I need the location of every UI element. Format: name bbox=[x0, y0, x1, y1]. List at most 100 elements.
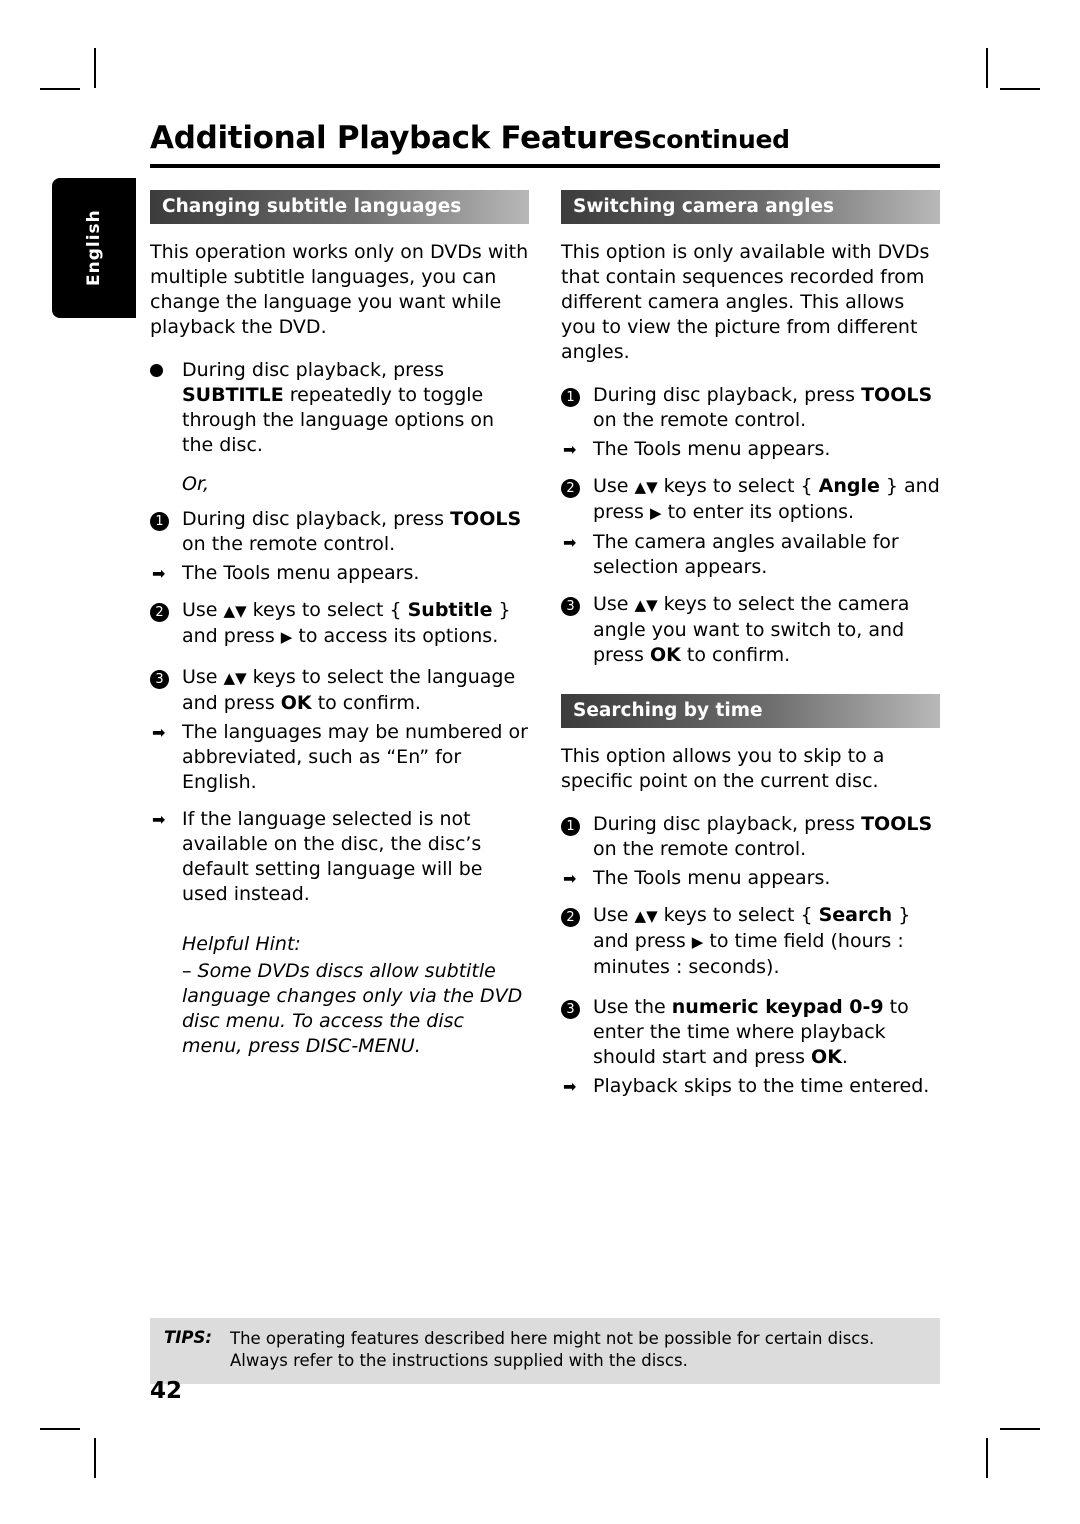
search-step2-text-1: Use bbox=[593, 904, 635, 926]
page-content: Additional Playback Featurescontinued Ch… bbox=[150, 120, 940, 1111]
tips-box: TIPS: The operating features described h… bbox=[150, 1318, 940, 1384]
camera-step-1-result: ➡ The Tools menu appears. bbox=[561, 437, 940, 462]
camera-step-1: 1 During disc playback, press TOOLS on t… bbox=[561, 383, 940, 433]
section-bar-changing-subtitle-languages: Changing subtitle languages bbox=[150, 190, 529, 224]
subtitle-step-3-result-1: ➡ The languages may be numbered or abbre… bbox=[150, 720, 529, 795]
subtitle-step-2: 2 Use ▲▼ keys to select { Subtitle } and… bbox=[150, 598, 529, 650]
updown-keys-icon: ▲▼ bbox=[634, 907, 658, 925]
step3-bold-ok: OK bbox=[280, 692, 312, 714]
step-number-icon: 3 bbox=[561, 593, 585, 618]
crop-mark-top-left-h bbox=[40, 88, 80, 90]
camera-step-2: 2 Use ▲▼ keys to select { Angle } and pr… bbox=[561, 474, 940, 526]
arrow-icon: ➡ bbox=[563, 869, 577, 888]
step3-text-3: to confirm. bbox=[311, 692, 421, 714]
subtitle-step-1: 1 During disc playback, press TOOLS on t… bbox=[150, 507, 529, 557]
right-column: Switching camera angles This option is o… bbox=[561, 190, 940, 1111]
cam-step1-bold-tools: TOOLS bbox=[861, 384, 933, 406]
cam-step2-arrow-text: The camera angles available for selectio… bbox=[593, 531, 899, 578]
searching-intro-text: This option allows you to skip to a spec… bbox=[561, 745, 885, 792]
cam-step1-arrow-text: The Tools menu appears. bbox=[593, 438, 831, 460]
arrow-icon: ➡ bbox=[563, 1077, 577, 1096]
right-arrow-key-icon: ▶ bbox=[649, 504, 662, 522]
search-step3-text-3: . bbox=[841, 1046, 848, 1068]
tips-label: TIPS: bbox=[164, 1328, 212, 1347]
search-step3-bold-keypad: numeric keypad 0-9 bbox=[671, 996, 884, 1018]
arrow-icon: ➡ bbox=[152, 810, 166, 829]
search-step2-bold-search: Search bbox=[818, 904, 893, 926]
crop-mark-top-left bbox=[94, 48, 96, 88]
arrow-icon: ➡ bbox=[152, 723, 166, 742]
right-arrow-key-icon: ▶ bbox=[691, 933, 704, 951]
updown-keys-icon: ▲▼ bbox=[223, 602, 247, 620]
helpful-hint-body: – Some DVDs discs allow subtitle languag… bbox=[182, 960, 523, 1057]
page-title: Additional Playback Featurescontinued bbox=[150, 120, 940, 168]
language-tab-label: English bbox=[84, 209, 104, 286]
two-column-layout: Changing subtitle languages This operati… bbox=[150, 190, 940, 1111]
step2-text-1: Use bbox=[182, 599, 224, 621]
step3-text-1: Use bbox=[182, 666, 224, 688]
page-number: 42 bbox=[150, 1378, 183, 1404]
step2-text-2: keys to select { bbox=[246, 599, 408, 621]
section-bar-searching-by-time: Searching by time bbox=[561, 694, 940, 728]
page-title-continued: continued bbox=[651, 125, 790, 154]
left-column: Changing subtitle languages This operati… bbox=[150, 190, 529, 1111]
updown-keys-icon: ▲▼ bbox=[634, 478, 658, 496]
camera-step-3: 3 Use ▲▼ keys to select the camera angle… bbox=[561, 592, 940, 668]
search-step-3: 3 Use the numeric keypad 0-9 to enter th… bbox=[561, 995, 940, 1070]
right-arrow-key-icon: ▶ bbox=[280, 628, 293, 646]
crop-mark-bottom-right-h bbox=[1000, 1428, 1040, 1430]
subtitle-step-1-result: ➡ The Tools menu appears. bbox=[150, 561, 529, 586]
arrow-icon: ➡ bbox=[152, 564, 166, 583]
cam-step1-text-2: on the remote control. bbox=[593, 409, 807, 431]
step-number-icon: 1 bbox=[561, 813, 585, 838]
subtitle-step-3: 3 Use ▲▼ keys to select the language and… bbox=[150, 665, 529, 716]
page-title-main: Additional Playback Features bbox=[150, 120, 652, 156]
bullet-bold-subtitle: SUBTITLE bbox=[182, 384, 284, 406]
search-step1-text-1: During disc playback, press bbox=[593, 813, 862, 835]
bullet-text-1: During disc playback, press bbox=[182, 359, 445, 381]
step1-text-1: During disc playback, press bbox=[182, 508, 451, 530]
bullet-dot-icon bbox=[150, 359, 174, 384]
tips-line-1: The operating features described here mi… bbox=[229, 1329, 875, 1348]
step-number-icon: 3 bbox=[150, 666, 174, 691]
search-step1-text-2: on the remote control. bbox=[593, 838, 807, 860]
crop-mark-bottom-right bbox=[986, 1438, 988, 1478]
cam-step1-text-1: During disc playback, press bbox=[593, 384, 862, 406]
search-step3-bold-ok: OK bbox=[811, 1046, 842, 1068]
step-number-icon: 3 bbox=[561, 996, 585, 1021]
or-label: Or, bbox=[182, 473, 210, 495]
step1-bold-tools: TOOLS bbox=[450, 508, 522, 530]
step2-text-4: to access its options. bbox=[292, 625, 499, 647]
language-tab: English bbox=[52, 178, 136, 318]
crop-mark-bottom-left bbox=[94, 1438, 96, 1478]
cam-step2-bold-angle: Angle bbox=[818, 475, 880, 497]
step-number-icon: 1 bbox=[150, 508, 174, 533]
subtitle-step-3-result-2: ➡ If the language selected is not availa… bbox=[150, 807, 529, 907]
crop-mark-bottom-left-h bbox=[40, 1428, 80, 1430]
cam-step3-text-1: Use bbox=[593, 593, 635, 615]
arrow-icon: ➡ bbox=[563, 440, 577, 459]
crop-mark-top-right-h bbox=[1000, 88, 1040, 90]
search-step-2: 2 Use ▲▼ keys to select { Search } and p… bbox=[561, 903, 940, 980]
step1-text-2: on the remote control. bbox=[182, 533, 396, 555]
step-number-icon: 2 bbox=[561, 904, 585, 929]
camera-angles-intro-text: This option is only available with DVDs … bbox=[561, 241, 930, 363]
search-step2-text-2: keys to select { bbox=[657, 904, 819, 926]
cam-step2-text-4: to enter its options. bbox=[661, 501, 855, 523]
cam-step3-bold-ok: OK bbox=[649, 644, 681, 666]
updown-keys-icon: ▲▼ bbox=[634, 596, 658, 614]
step3-arrow-text-1: The languages may be numbered or abbrevi… bbox=[182, 721, 528, 793]
search-step3-text-1: Use the bbox=[593, 996, 672, 1018]
step1-arrow-text: The Tools menu appears. bbox=[182, 562, 420, 584]
step3-arrow-text-2: If the language selected is not availabl… bbox=[182, 808, 483, 905]
search-step-1-result: ➡ The Tools menu appears. bbox=[561, 866, 940, 891]
search-step1-bold-tools: TOOLS bbox=[861, 813, 933, 835]
search-step-3-result: ➡ Playback skips to the time entered. bbox=[561, 1074, 940, 1099]
search-step-1: 1 During disc playback, press TOOLS on t… bbox=[561, 812, 940, 862]
subtitle-bullet-item: During disc playback, press SUBTITLE rep… bbox=[150, 358, 529, 458]
helpful-hint-title: Helpful Hint: bbox=[182, 933, 301, 955]
step-number-icon: 1 bbox=[561, 384, 585, 409]
tips-line-2: Always refer to the instructions supplie… bbox=[229, 1351, 688, 1370]
subtitle-intro-text: This operation works only on DVDs with m… bbox=[150, 241, 529, 338]
camera-step-2-result: ➡ The camera angles available for select… bbox=[561, 530, 940, 580]
